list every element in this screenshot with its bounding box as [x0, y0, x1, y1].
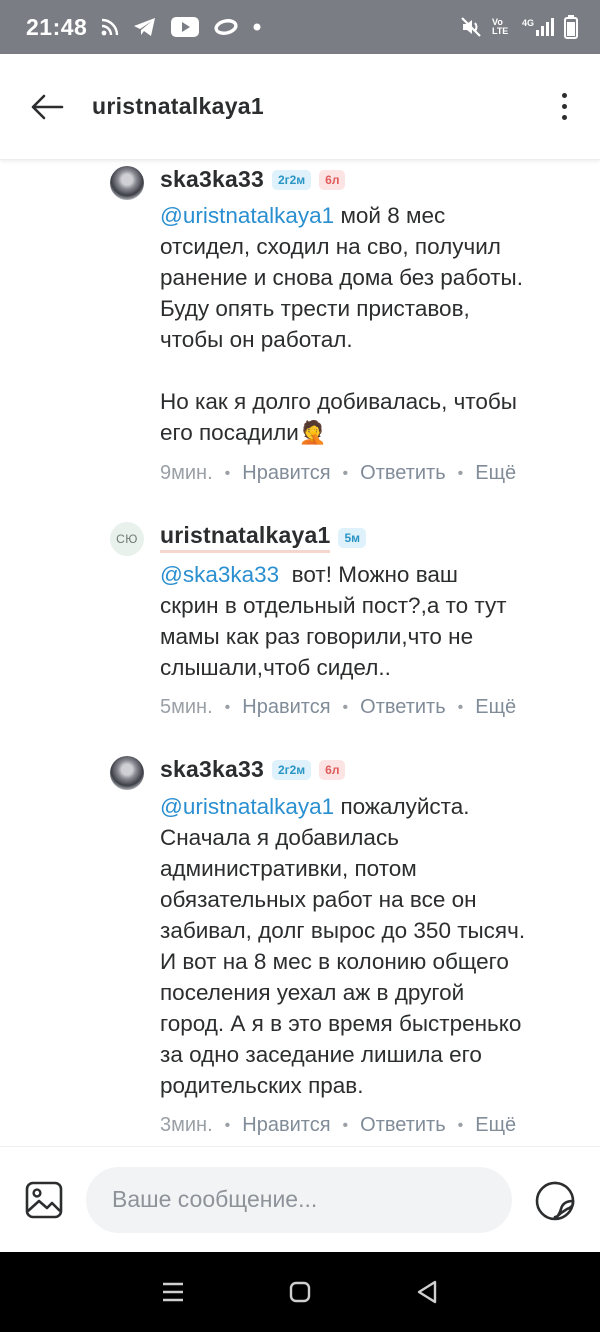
like-button[interactable]: Нравится: [242, 1114, 330, 1137]
comment-line: за одно заседание лишила его: [160, 1042, 482, 1067]
status-badge: 6л: [319, 759, 346, 780]
rss-icon: [101, 18, 119, 36]
recents-icon: [163, 1282, 184, 1302]
comment-text-fragment: пожалуйста.: [334, 794, 470, 819]
home-button[interactable]: [280, 1272, 320, 1312]
message-input-placeholder: Ваше сообщение...: [112, 1186, 318, 1212]
battery-icon: [564, 15, 578, 39]
comment-time: 5мин.: [160, 696, 213, 718]
comment-line: мамы как раз говорили,что не: [160, 624, 474, 649]
comment-line: отсидел, сходил на сво, получил: [160, 234, 501, 259]
top-app-bar: uristnatalkaya1: [0, 54, 600, 160]
comment-line: чтобы он работал.: [160, 327, 353, 352]
status-badge: 2г2м: [271, 759, 312, 780]
dot-icon: [253, 23, 261, 31]
comment-time: 9мин.: [160, 462, 213, 484]
arrow-left-icon: [31, 94, 64, 119]
comment-meta: 5мин. • Нравится • Ответить • Ещё: [160, 696, 517, 719]
comment-text-fragment: вот! Можно ваш: [279, 562, 458, 587]
more-button[interactable]: Ещё: [475, 696, 516, 719]
comment-header: uristnatalkaya1 5м: [160, 522, 367, 553]
attach-image-button[interactable]: [24, 1180, 64, 1220]
comment-line: город. А я в это время быстренько: [160, 1011, 522, 1036]
mention-link[interactable]: @uristnatalkaya1: [160, 203, 334, 228]
home-icon: [289, 1281, 311, 1303]
comment-line: И вот на 8 мес в колонию общего: [160, 949, 509, 974]
status-left-icons: [101, 17, 261, 37]
like-button[interactable]: Нравится: [242, 462, 330, 485]
comment-line: скрин в отдельный пост?,а то тут: [160, 593, 507, 618]
volte-icon: Vo LTE: [492, 18, 512, 36]
avatar[interactable]: [110, 166, 144, 200]
status-time: 21:48: [26, 13, 88, 40]
reply-button[interactable]: Ответить: [360, 462, 446, 485]
more-options-button[interactable]: [552, 87, 576, 127]
comment-text-fragment: мой 8 мес: [334, 203, 446, 228]
comment-header: ska3ka33 2г2м 6л: [160, 166, 346, 193]
signal-icon: 4G: [522, 18, 554, 36]
back-icon: [417, 1280, 436, 1304]
back-button[interactable]: [22, 82, 72, 132]
comment-author[interactable]: uristnatalkaya1: [160, 522, 331, 553]
comment-meta: 9мин. • Нравится • Ответить • Ещё: [160, 462, 517, 485]
comments-list[interactable]: ska3ka33 2г2м 6л @uristnatalkaya1 мой 8 …: [0, 160, 600, 1146]
more-button[interactable]: Ещё: [475, 462, 516, 485]
comment-line: административки, потом: [160, 856, 417, 881]
volte-label: Vo LTE: [491, 17, 509, 36]
comment-text: @uristnatalkaya1 пожалуйста. Сначала я д…: [160, 791, 580, 1101]
back-nav-button[interactable]: [407, 1272, 447, 1312]
comment-time: 3мин.: [160, 1114, 213, 1136]
comment-line: поселения уехал аж в другой: [160, 980, 465, 1005]
telegram-icon: [134, 18, 156, 36]
comment-author[interactable]: ska3ka33: [160, 756, 264, 783]
comment-text: @ska3ka33 вот! Можно ваш скрин в отдельн…: [160, 559, 580, 683]
status-right-icons: Vo LTE 4G: [460, 15, 578, 39]
reply-button[interactable]: Ответить: [360, 1114, 446, 1137]
recents-button[interactable]: [153, 1272, 193, 1312]
message-composer: Ваше сообщение...: [0, 1146, 600, 1252]
comment-line: Буду опять трести приставов,: [160, 296, 470, 321]
comment-meta: 3мин. • Нравится • Ответить • Ещё: [160, 1114, 517, 1137]
sticker-button[interactable]: [534, 1178, 578, 1222]
page-title: uristnatalkaya1: [92, 93, 264, 119]
comment-header: ska3ka33 2г2м 6л: [160, 756, 346, 783]
status-bar: 21:48 Vo LTE 4G: [0, 0, 600, 54]
reply-button[interactable]: Ответить: [360, 696, 446, 719]
like-button[interactable]: Нравится: [242, 696, 330, 719]
comment-line: ранение и снова дома без работы.: [160, 265, 523, 290]
mention-link[interactable]: @uristnatalkaya1: [160, 794, 334, 819]
youtube-icon: [171, 17, 200, 37]
system-nav-bar: [0, 1252, 600, 1332]
message-input[interactable]: Ваше сообщение...: [86, 1166, 512, 1233]
mute-icon: [461, 17, 481, 37]
comment-line: его посадили🤦: [160, 420, 327, 445]
image-icon: [25, 1181, 63, 1218]
more-vertical-icon: [561, 93, 567, 98]
comment-line: слышали,чтоб сидел..: [160, 655, 391, 680]
ring-icon: [214, 19, 238, 35]
comment-author[interactable]: ska3ka33: [160, 166, 264, 193]
more-button[interactable]: Ещё: [475, 1114, 516, 1137]
comment-line: родительских прав.: [160, 1073, 364, 1098]
status-badge: 5м: [338, 527, 367, 548]
network-type-label: 4G: [521, 18, 534, 28]
status-badge: 2г2м: [271, 169, 312, 190]
comment-line: обязательных работ на все он: [160, 887, 477, 912]
comment-line: Сначала я добавилась: [160, 825, 399, 850]
mention-link[interactable]: @ska3ka33: [160, 562, 279, 587]
avatar[interactable]: СЮ: [110, 522, 144, 556]
sticker-icon: [535, 1181, 575, 1220]
status-badge: 6л: [319, 169, 346, 190]
comment-line: забивал, долг вырос до 350 тысяч.: [160, 918, 526, 943]
comment-text: @uristnatalkaya1 мой 8 мес отсидел, сход…: [160, 200, 580, 448]
avatar[interactable]: [110, 756, 144, 790]
comment-line: Но как я долго добивалась, чтобы: [160, 389, 517, 414]
